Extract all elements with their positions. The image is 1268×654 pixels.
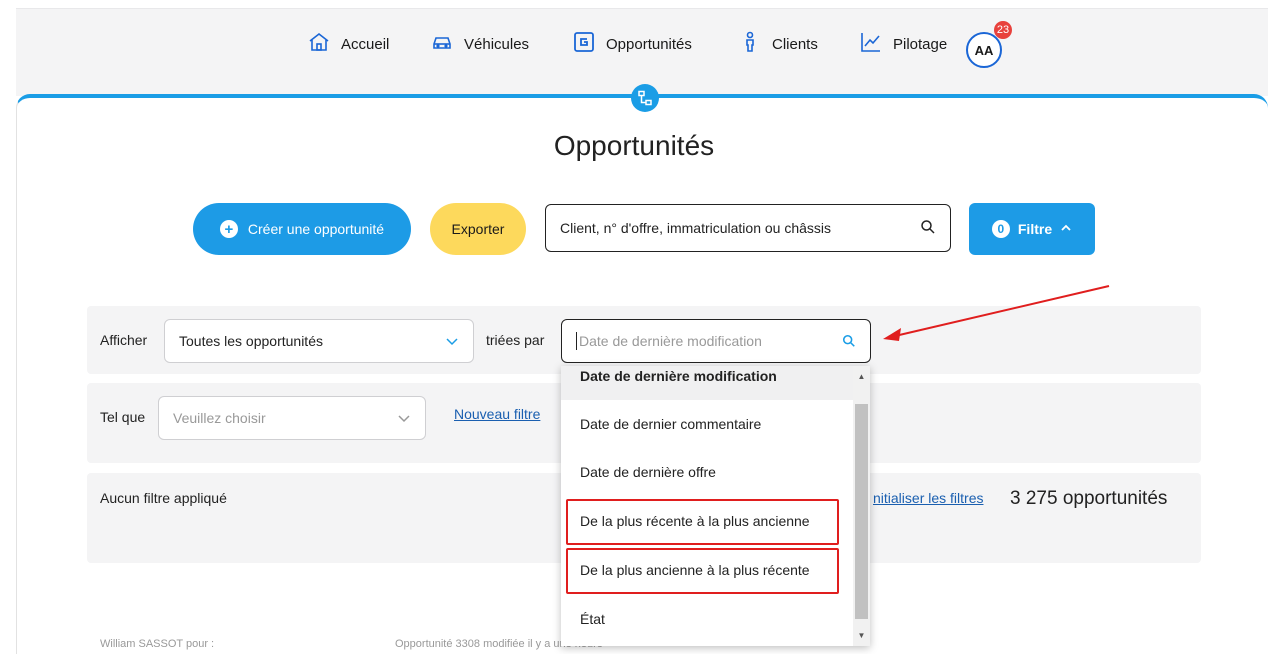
export-button[interactable]: Exporter: [430, 203, 526, 255]
scroll-down-icon[interactable]: ▼: [857, 631, 866, 640]
chevron-down-icon: [445, 334, 459, 351]
nav-item-pilotage[interactable]: Pilotage: [859, 30, 947, 58]
dropdown-option[interactable]: État: [561, 595, 853, 643]
client-icon: [738, 30, 762, 58]
highlight-box: [566, 499, 839, 545]
dropdown-option[interactable]: Date de dernier commentaire: [561, 400, 853, 448]
new-filter-link[interactable]: Nouveau filtre: [454, 406, 540, 422]
nav-label-vehicules: Véhicules: [464, 35, 530, 53]
car-icon: [430, 30, 454, 58]
footer-author: William SASSOT pour :: [100, 638, 215, 650]
network-icon: [631, 84, 659, 112]
chevron-down-icon: [397, 411, 411, 428]
scroll-up-icon[interactable]: ▲: [857, 372, 866, 381]
nav-item-clients[interactable]: Clients: [738, 30, 818, 58]
search-placeholder: Client, n° d'offre, immatriculation ou c…: [560, 220, 832, 236]
create-opportunity-label: Créer une opportunité: [247, 221, 385, 237]
nav-item-vehicules[interactable]: Véhicules: [430, 30, 529, 58]
nav-item-opportunites[interactable]: Opportunités: [572, 30, 692, 58]
sort-input[interactable]: Date de dernière modification: [561, 319, 871, 363]
filter-count-badge: 0: [991, 220, 1010, 238]
plus-icon: +: [219, 220, 238, 238]
opportunity-count: 3 275 opportunités: [1010, 488, 1168, 509]
nav-label-clients: Clients: [772, 35, 818, 53]
condition-placeholder: Veuillez choisir: [173, 410, 266, 426]
search-icon[interactable]: [842, 334, 856, 351]
no-filter-label: Aucun filtre appliqué: [100, 490, 227, 506]
search-icon[interactable]: [920, 219, 936, 238]
sorted-by-label: triées par: [486, 332, 545, 348]
dropdown-scrollbar[interactable]: ▲ ▼: [853, 366, 870, 646]
create-opportunity-button[interactable]: + Créer une opportunité: [193, 203, 411, 255]
show-select[interactable]: Toutes les opportunités: [164, 319, 474, 363]
chevron-up-icon: [1060, 221, 1072, 237]
dropdown-option[interactable]: Date de dernière modification: [561, 366, 853, 400]
chart-icon: [859, 30, 883, 58]
nav-item-accueil[interactable]: Accueil: [307, 30, 389, 58]
filter-button[interactable]: 0 Filtre: [969, 203, 1095, 255]
show-select-value: Toutes les opportunités: [179, 333, 323, 349]
condition-label: Tel que: [100, 409, 146, 425]
notification-badge: 23: [994, 21, 1012, 39]
text-caret: [576, 332, 577, 350]
search-input[interactable]: Client, n° d'offre, immatriculation ou c…: [545, 204, 951, 252]
annotation-arrow-icon: [883, 285, 1110, 341]
opportunity-icon: [572, 30, 596, 58]
highlight-box: [566, 548, 839, 594]
filter-label: Filtre: [1017, 221, 1053, 237]
condition-select[interactable]: Veuillez choisir: [158, 396, 426, 440]
nav-label-pilotage: Pilotage: [893, 35, 948, 53]
dropdown-option[interactable]: Date de dernière offre: [561, 448, 853, 496]
sort-placeholder: Date de dernière modification: [579, 333, 762, 349]
show-label: Afficher: [100, 332, 148, 348]
nav-label-opportunites: Opportunités: [606, 35, 692, 53]
page-title: Opportunités: [553, 130, 715, 161]
reset-filters-link[interactable]: nitialiser les filtres: [873, 490, 983, 506]
nav-label-accueil: Accueil: [341, 35, 390, 53]
user-avatar[interactable]: AA: [966, 32, 1002, 68]
scroll-thumb[interactable]: [855, 404, 868, 619]
home-icon: [307, 30, 331, 58]
